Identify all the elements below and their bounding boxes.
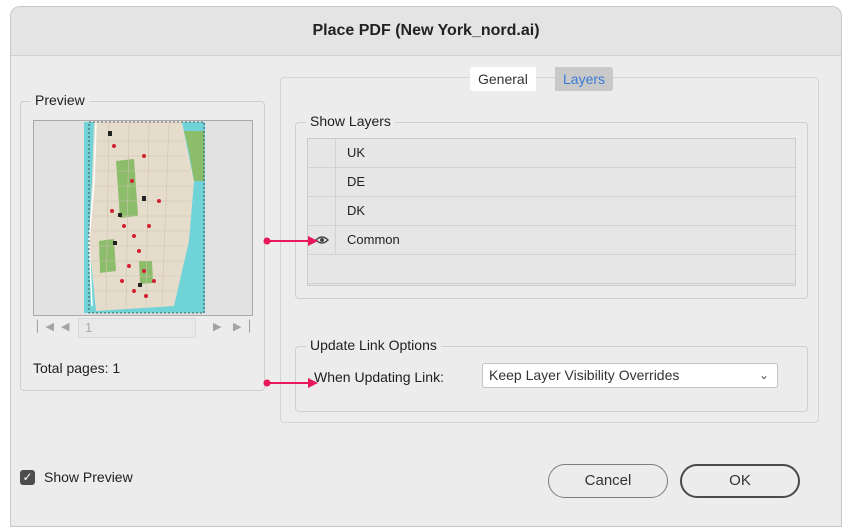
layer-row-common[interactable]: Common	[308, 226, 795, 255]
layer-name: Common	[347, 232, 400, 247]
update-link-options-group: Update Link Options When Updating Link: …	[295, 337, 808, 412]
layer-visibility-toggle[interactable]	[308, 197, 336, 225]
empty-cell	[308, 255, 336, 283]
show-preview-label: Show Preview	[44, 469, 133, 485]
map-thumbnail-image	[84, 121, 205, 314]
preview-group: Preview ▏◀ ◀ 1 ▶ ▶▕ Total pages: 1	[20, 92, 265, 391]
layers-table: UK DE DK Common	[307, 138, 796, 286]
tab-layers[interactable]: Layers	[555, 67, 614, 91]
layer-row-uk[interactable]: UK	[308, 139, 795, 168]
last-page-icon[interactable]: ▶▕	[233, 320, 250, 333]
ok-button[interactable]: OK	[680, 464, 800, 498]
when-updating-link-label: When Updating Link:	[314, 369, 444, 385]
tab-general[interactable]: General	[470, 67, 536, 91]
layer-row-de[interactable]: DE	[308, 168, 795, 197]
layer-name: UK	[347, 145, 366, 160]
show-layers-group: Show Layers UK DE DK Common	[295, 113, 808, 299]
layer-name: DE	[347, 174, 366, 189]
update-link-legend: Update Link Options	[306, 337, 441, 353]
cancel-button[interactable]: Cancel	[548, 464, 668, 498]
show-layers-legend: Show Layers	[306, 113, 395, 129]
previous-page-icon[interactable]: ◀	[61, 320, 69, 333]
layer-name: DK	[347, 203, 366, 218]
page-number-field[interactable]: 1	[78, 318, 196, 338]
preview-legend: Preview	[31, 92, 89, 108]
selected-option: Keep Layer Visibility Overrides	[489, 367, 680, 383]
next-page-icon[interactable]: ▶	[213, 320, 221, 333]
dialog-title: Place PDF (New York_nord.ai)	[312, 22, 540, 39]
chevron-down-icon: ⌄	[758, 368, 769, 382]
first-page-icon[interactable]: ▏◀	[37, 320, 54, 333]
total-pages-label: Total pages: 1	[33, 360, 121, 376]
layer-row-dk[interactable]: DK	[308, 197, 795, 226]
layer-visibility-toggle[interactable]	[308, 168, 336, 196]
preview-thumbnail	[33, 120, 253, 316]
when-updating-link-select[interactable]: Keep Layer Visibility Overrides ⌄	[482, 363, 778, 388]
show-preview-checkbox[interactable]: ✓	[20, 470, 35, 485]
annotation-arrow-update-link	[263, 378, 318, 388]
layer-visibility-toggle[interactable]	[308, 139, 336, 167]
layer-row-empty	[308, 255, 795, 284]
dialog-titlebar: Place PDF (New York_nord.ai)	[11, 7, 841, 56]
page-navigation: ▏◀ ◀ 1 ▶ ▶▕	[33, 316, 253, 340]
annotation-arrow-common	[263, 236, 318, 246]
